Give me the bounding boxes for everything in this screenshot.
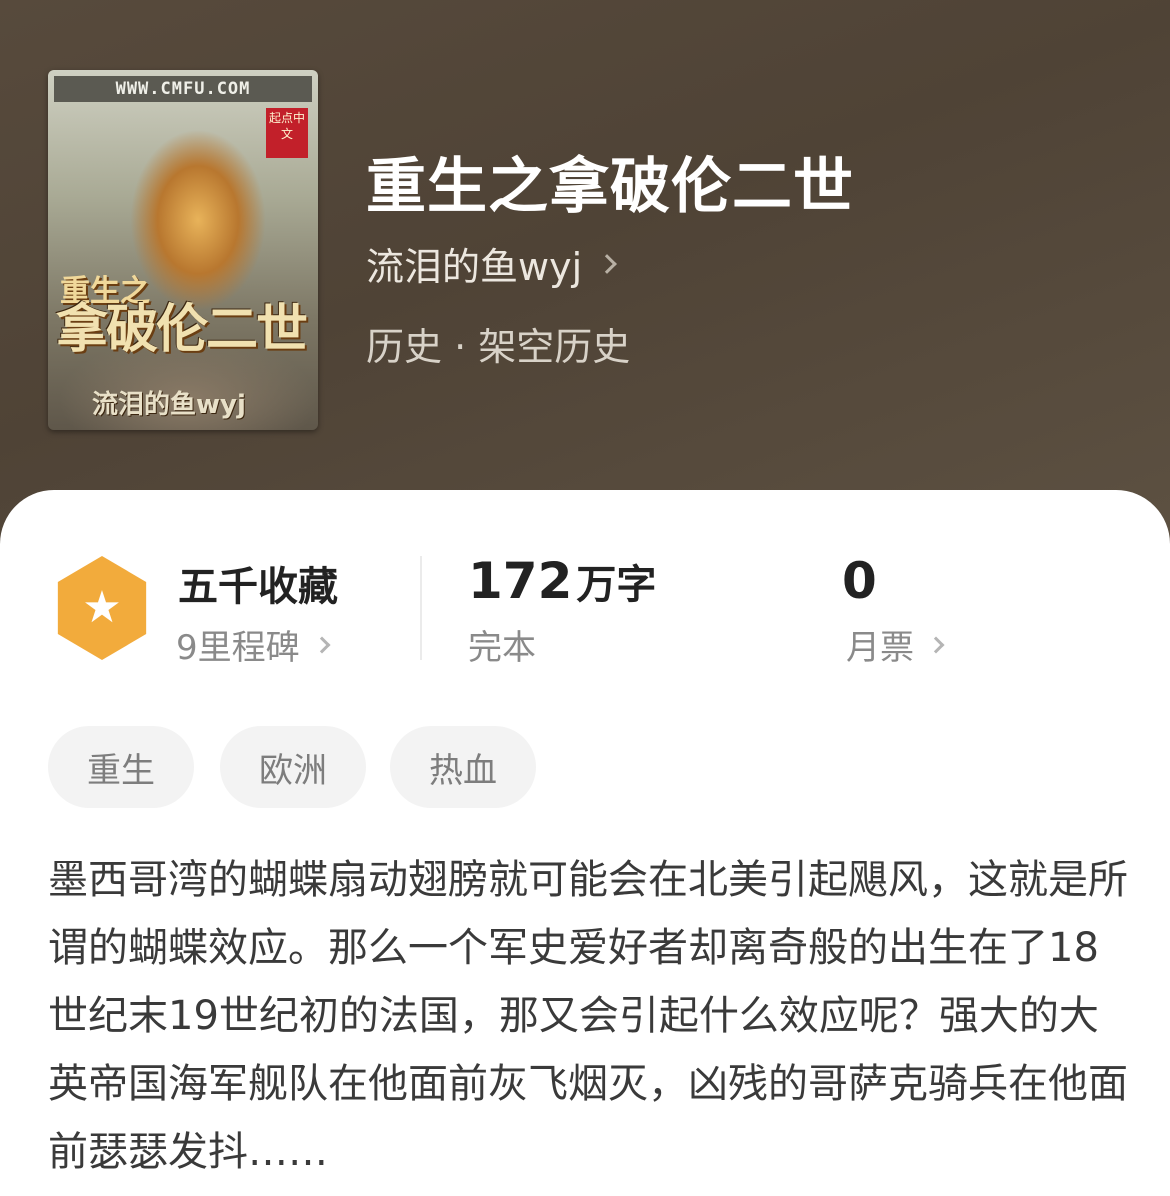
- cover-title-big: 拿破伦二世: [56, 300, 308, 360]
- tag-chip[interactable]: 欧洲: [220, 726, 366, 808]
- book-description[interactable]: 墨西哥湾的蝴蝶扇动翅膀就可能会在北美引起飓风，这就是所谓的蝴蝶效应。那么一个军史…: [48, 846, 1128, 1186]
- collection-count: 五千收藏: [178, 564, 338, 610]
- tag-chip[interactable]: 热血: [390, 726, 536, 808]
- book-title: 重生之拿破伦二世: [366, 152, 854, 222]
- genre-label: 历史 · 架空历史: [366, 325, 631, 369]
- chevron-right-icon: [927, 636, 945, 653]
- word-count-unit: 万字: [576, 562, 657, 608]
- cover-publisher-badge: 起点中文: [266, 108, 308, 158]
- monthly-ticket-count: 0: [842, 552, 877, 610]
- stat-divider: [420, 556, 422, 660]
- chevron-right-icon: [313, 636, 331, 653]
- author-link[interactable]: 流泪的鱼wyj: [366, 236, 618, 291]
- tag-chip[interactable]: 重生: [48, 726, 194, 808]
- milestone-link[interactable]: 9里程碑: [176, 620, 331, 669]
- monthly-ticket-label: 月票: [846, 628, 914, 668]
- book-cover[interactable]: WWW.CMFU.COM 起点中文 重生之 拿破伦二世 流泪的鱼wyj: [48, 70, 318, 430]
- cover-author: 流泪的鱼wyj: [92, 390, 246, 420]
- star-icon: ★: [82, 582, 122, 633]
- milestone-label: 9里程碑: [176, 628, 300, 668]
- cover-url-text: WWW.CMFU.COM: [54, 76, 312, 102]
- status-label: 完本: [468, 628, 536, 668]
- author-name: 流泪的鱼wyj: [366, 245, 583, 289]
- monthly-ticket-link[interactable]: 月票: [846, 620, 945, 669]
- word-count: 172 万字: [468, 552, 656, 610]
- chevron-right-icon: [597, 253, 618, 274]
- word-count-number: 172: [468, 552, 573, 610]
